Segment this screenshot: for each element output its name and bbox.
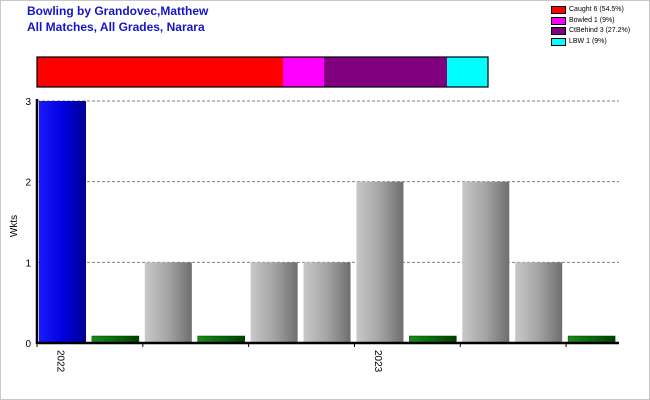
breakdown-segment-caught — [37, 57, 283, 87]
x-tick-label: 2023 — [372, 350, 383, 373]
bar — [144, 262, 192, 343]
bar — [462, 181, 510, 343]
x-tick-label: 2022 — [54, 350, 65, 373]
breakdown-segment-ctbehind — [324, 57, 447, 87]
bar — [515, 262, 563, 343]
breakdown-segment-lbw — [447, 57, 488, 87]
y-tick-label: 3 — [25, 97, 31, 108]
bar — [250, 262, 298, 343]
bar — [303, 262, 351, 343]
y-tick-label: 1 — [25, 258, 31, 269]
breakdown-segment-bowled — [283, 57, 324, 87]
wickets-chart: 0 1 2 3 2022 2023 Wkts — [9, 56, 619, 373]
bars — [39, 101, 616, 344]
y-tick-label: 0 — [25, 339, 31, 350]
dismissal-breakdown-bar — [36, 56, 489, 88]
bar — [39, 101, 86, 343]
y-axis-label: Wkts — [9, 215, 20, 237]
y-tick-label: 2 — [25, 178, 31, 189]
bar — [356, 181, 404, 343]
gridlines — [37, 100, 619, 263]
